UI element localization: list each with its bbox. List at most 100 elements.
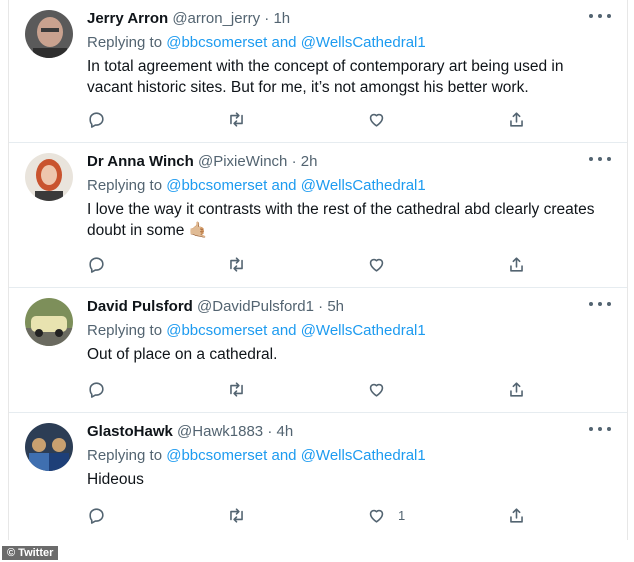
tweet-text: I love the way it contrasts with the res… (87, 201, 595, 239)
mention-link[interactable]: @bbcsomerset (166, 447, 267, 464)
separator: · (264, 10, 270, 27)
mention-and: and (271, 177, 297, 194)
reply-icon (89, 256, 104, 273)
timestamp[interactable]: 4h (277, 423, 294, 440)
mention-link[interactable]: @WellsCathedral1 (301, 34, 426, 51)
retweet-icon (230, 507, 243, 523)
reply-icon (89, 381, 104, 398)
share-icon (510, 256, 523, 272)
tweet[interactable]: GlastoHawk @Hawk1883 · 4h Replying to @b… (9, 413, 627, 540)
display-name[interactable]: GlastoHawk (87, 423, 173, 440)
replying-to: Replying to @bbcsomerset and @WellsCathe… (87, 447, 426, 464)
mention-link[interactable]: @bbcsomerset (166, 34, 267, 51)
more-options-button[interactable] (589, 8, 611, 24)
reply-button[interactable] (87, 504, 106, 526)
separator: · (318, 298, 324, 315)
avatar[interactable] (25, 423, 73, 471)
timestamp[interactable]: 1h (273, 10, 290, 27)
user-handle[interactable]: @DavidPulsford1 (197, 298, 314, 315)
avatar-photo-icon (25, 423, 73, 471)
retweet-button[interactable] (227, 108, 246, 130)
reply-button[interactable] (87, 378, 106, 400)
tweet-actions (87, 378, 527, 400)
more-dot (598, 302, 602, 306)
share-button[interactable] (507, 253, 526, 275)
tweet-actions: 1 (87, 504, 527, 526)
mention-link[interactable]: @bbcsomerset (166, 322, 267, 339)
replying-to: Replying to @bbcsomerset and @WellsCathe… (87, 34, 426, 51)
more-dot (598, 427, 602, 431)
timestamp[interactable]: 5h (327, 298, 344, 315)
reply-button[interactable] (87, 108, 106, 130)
display-name[interactable]: Jerry Arron (87, 10, 168, 27)
tweet[interactable]: Dr Anna Winch @PixieWinch · 2h Replying … (9, 143, 627, 288)
replying-to: Replying to @bbcsomerset and @WellsCathe… (87, 177, 426, 194)
more-dot (607, 427, 611, 431)
replying-label: Replying to (87, 177, 163, 194)
replying-label: Replying to (87, 34, 163, 51)
user-handle[interactable]: @PixieWinch (198, 153, 287, 170)
retweet-button[interactable] (227, 378, 246, 400)
share-icon (510, 111, 523, 127)
more-options-icon (589, 302, 593, 306)
more-dot (607, 14, 611, 18)
heart-icon (369, 509, 384, 523)
like-button[interactable]: 1 (367, 504, 405, 526)
more-dot (598, 14, 602, 18)
avatar-photo-icon (25, 10, 73, 58)
retweet-icon (230, 111, 243, 127)
share-button[interactable] (507, 378, 526, 400)
tweet-feed: Jerry Arron @arron_jerry · 1h Replying t… (8, 0, 628, 540)
more-options-icon (589, 427, 593, 431)
replying-to: Replying to @bbcsomerset and @WellsCathe… (87, 322, 426, 339)
mention-link[interactable]: @WellsCathedral1 (301, 177, 426, 194)
mention-and: and (271, 322, 297, 339)
tweet[interactable]: David Pulsford @DavidPulsford1 · 5h Repl… (9, 288, 627, 413)
avatar[interactable] (25, 10, 73, 58)
avatar[interactable] (25, 298, 73, 346)
like-button[interactable] (367, 108, 398, 130)
tweet-actions (87, 108, 527, 130)
tweet-actions (87, 253, 527, 275)
mention-link[interactable]: @bbcsomerset (166, 177, 267, 194)
like-button[interactable] (367, 378, 398, 400)
display-name[interactable]: David Pulsford (87, 298, 193, 315)
separator: · (267, 423, 273, 440)
more-options-button[interactable] (589, 421, 611, 437)
mention-and: and (271, 34, 297, 51)
heart-icon (369, 383, 384, 397)
tweet-text: Hideous (87, 471, 144, 488)
more-options-button[interactable] (589, 151, 611, 167)
mention-link[interactable]: @WellsCathedral1 (301, 447, 426, 464)
retweet-button[interactable] (227, 253, 246, 275)
share-button[interactable] (507, 504, 526, 526)
like-count: 1 (398, 507, 406, 523)
share-button[interactable] (507, 108, 526, 130)
image-credit: © Twitter (2, 546, 59, 560)
display-name[interactable]: Dr Anna Winch (87, 153, 194, 170)
more-options-icon (589, 157, 593, 161)
more-dot (607, 302, 611, 306)
tweet-header: Jerry Arron @arron_jerry · 1h (87, 10, 290, 27)
tweet-text: In total agreement with the concept of c… (87, 58, 564, 96)
separator: · (291, 153, 297, 170)
heart-icon (369, 258, 384, 272)
tweet[interactable]: Jerry Arron @arron_jerry · 1h Replying t… (9, 0, 627, 143)
retweet-button[interactable] (227, 504, 246, 526)
retweet-icon (230, 381, 243, 397)
mention-link[interactable]: @WellsCathedral1 (301, 322, 426, 339)
reply-button[interactable] (87, 253, 106, 275)
tweet-header: David Pulsford @DavidPulsford1 · 5h (87, 298, 344, 315)
like-button[interactable] (367, 253, 398, 275)
more-dot (598, 157, 602, 161)
more-dot (607, 157, 611, 161)
avatar-photo-icon (25, 298, 73, 346)
more-options-icon (589, 14, 593, 18)
share-icon (510, 381, 523, 397)
user-handle[interactable]: @arron_jerry (172, 10, 260, 27)
timestamp[interactable]: 2h (301, 153, 318, 170)
more-options-button[interactable] (589, 296, 611, 312)
user-handle[interactable]: @Hawk1883 (177, 423, 263, 440)
reply-icon (89, 111, 104, 128)
avatar[interactable] (25, 153, 73, 201)
